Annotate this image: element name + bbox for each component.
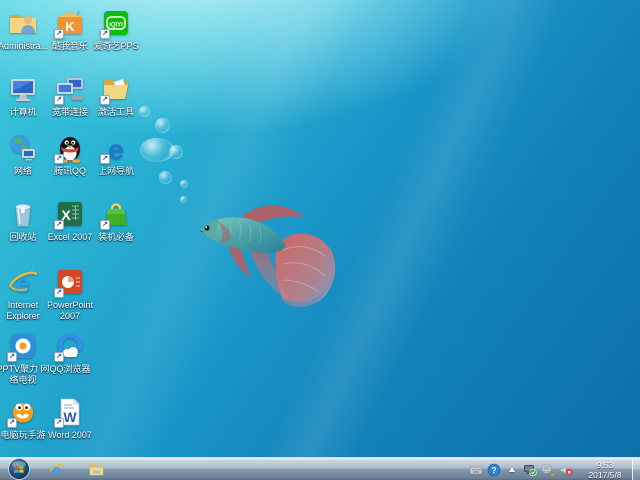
- folder-icon: [88, 461, 105, 478]
- shortcut-arrow-icon: ↗: [54, 220, 64, 230]
- shortcut-arrow-icon: ↗: [100, 220, 110, 230]
- betta-fish-wallpaper: [193, 192, 341, 317]
- clock-date: 2017/5/8: [580, 470, 630, 480]
- internet-explorer-icon: e: [7, 266, 39, 298]
- input-method-keyboard-icon[interactable]: [469, 463, 483, 477]
- desktop-icon-powerpoint-2007[interactable]: ↗ PowerPoint 2007: [41, 266, 99, 322]
- shortcut-arrow-icon: ↗: [54, 154, 64, 164]
- desktop-icon-word-2007[interactable]: W ↗ Word 2007: [41, 396, 99, 441]
- taskbar: e ?: [0, 457, 640, 480]
- bubble: [180, 180, 188, 188]
- recycle-bin-icon: [7, 198, 39, 230]
- iqiyi-icon: iQIYI ↗: [100, 7, 132, 39]
- internet-explorer-icon: e: [48, 461, 65, 478]
- taskbar-internet-explorer-button[interactable]: e: [42, 459, 70, 480]
- qq-browser-icon: ↗: [54, 330, 86, 362]
- shortcut-arrow-icon: ↗: [100, 154, 110, 164]
- chevron-up-icon: [509, 467, 515, 472]
- user-folder-icon: [7, 7, 39, 39]
- shortcut-arrow-icon: ↗: [54, 418, 64, 428]
- bubble: [159, 171, 172, 184]
- monster-mascot-icon: ↗: [7, 396, 39, 428]
- desktop-icon-label: PowerPoint 2007: [41, 300, 99, 322]
- desktop-icon-label: 激活工具: [87, 107, 145, 118]
- desktop-icon-label: 爱奇艺PPS: [87, 41, 145, 52]
- desktop-icon-label: QQ浏览器: [41, 364, 99, 375]
- warning-exclamation-text: !: [552, 472, 553, 476]
- help-icon[interactable]: ?: [487, 463, 501, 477]
- show-hidden-icons-button[interactable]: [505, 463, 519, 477]
- shortcut-arrow-icon: ↗: [100, 95, 110, 105]
- powerpoint-icon: ↗: [54, 266, 86, 298]
- action-center-icon[interactable]: [523, 463, 537, 477]
- pptv-icon: ↗: [7, 330, 39, 362]
- music-note-glyph: ♪: [76, 8, 80, 17]
- shortcut-arrow-icon: ↗: [7, 352, 17, 362]
- desktop: Administra... K ♪ ↗ 酷我音乐 iQIYI ↗ 爱奇艺PPS …: [0, 0, 640, 480]
- bubble: [169, 145, 183, 159]
- computer-icon: [7, 73, 39, 105]
- desktop-icon-activation-tool[interactable]: ↗ 激活工具: [87, 73, 145, 118]
- volume-muted-icon[interactable]: [559, 463, 573, 477]
- help-question-text: ?: [491, 465, 496, 475]
- bubble: [180, 196, 187, 203]
- nav-e-text: e: [108, 134, 124, 164]
- blue-e-browser-icon: e ↗: [100, 132, 132, 164]
- word-w-text: W: [63, 409, 77, 425]
- shortcut-arrow-icon: ↗: [54, 352, 64, 362]
- shortcut-arrow-icon: ↗: [100, 29, 110, 39]
- network-globe-icon: [7, 132, 39, 164]
- desktop-icon-label: 上网导航: [87, 166, 145, 177]
- desktop-icon-label: Word 2007: [41, 430, 99, 441]
- show-desktop-button[interactable]: [632, 458, 640, 480]
- shortcut-arrow-icon: ↗: [54, 95, 64, 105]
- network-status-warning-icon[interactable]: !: [541, 463, 555, 477]
- desktop-icon-web-navigation[interactable]: e ↗ 上网导航: [87, 132, 145, 177]
- clock-time: 9:53: [580, 460, 630, 470]
- tools-folder-icon: ↗: [100, 73, 132, 105]
- shortcut-arrow-icon: ↗: [7, 418, 17, 428]
- shortcut-arrow-icon: ↗: [54, 29, 64, 39]
- taskbar-windows-explorer-button[interactable]: [82, 459, 110, 480]
- tray-clock[interactable]: 9:53 2017/5/8: [580, 460, 630, 480]
- shortcut-arrow-icon: ↗: [54, 288, 64, 298]
- desktop-icon-qq-browser[interactable]: ↗ QQ浏览器: [41, 330, 99, 375]
- kuwo-music-icon: K ♪ ↗: [54, 7, 86, 39]
- excel-icon: X ↗: [54, 198, 86, 230]
- system-tray: ? ! 9:53 2017/5/8: [469, 458, 630, 480]
- start-button[interactable]: [8, 458, 30, 480]
- word-icon: W ↗: [54, 396, 86, 428]
- iqiyi-logo-text: iQIYI: [109, 23, 123, 29]
- desktop-icon-iqiyi-pps[interactable]: iQIYI ↗ 爱奇艺PPS: [87, 7, 145, 52]
- shopping-bag-icon: ↗: [100, 198, 132, 230]
- broadband-connection-icon: ↗: [54, 73, 86, 105]
- desktop-icon-label: 装机必备: [87, 232, 145, 243]
- bubble: [155, 118, 170, 133]
- kuwo-k-text: K: [65, 19, 75, 34]
- desktop-icon-essential-software[interactable]: ↗ 装机必备: [87, 198, 145, 243]
- qq-penguin-icon: ↗: [54, 132, 86, 164]
